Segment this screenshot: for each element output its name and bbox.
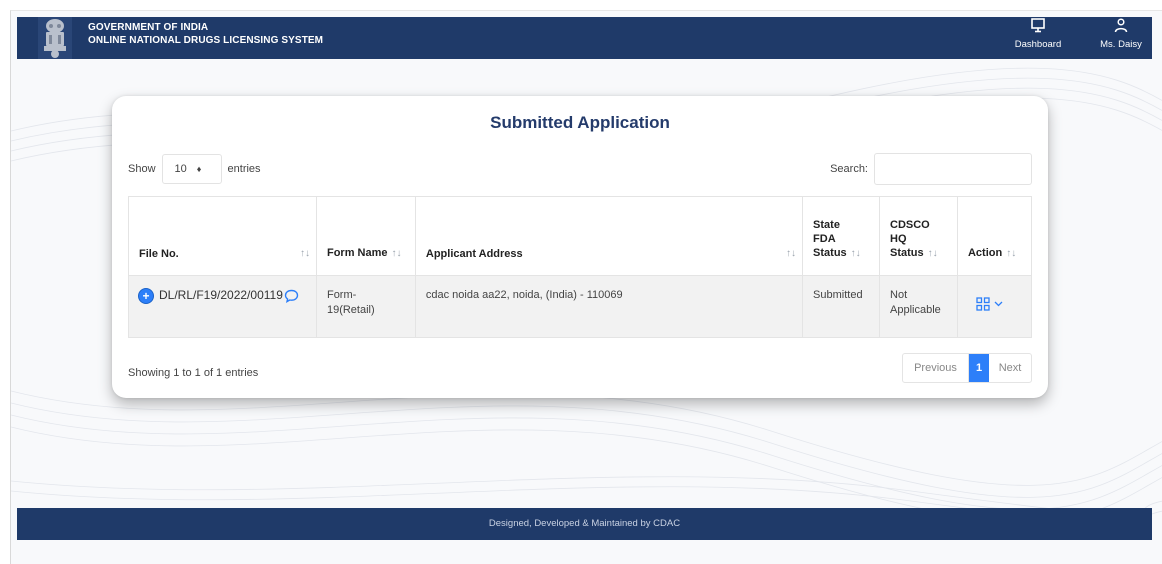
- cdsco-status-line2: Applicable: [890, 304, 941, 316]
- search-label: Search:: [830, 163, 868, 175]
- expand-row-button[interactable]: +: [139, 288, 153, 303]
- page-length-control: Show 10 ♦ entries: [128, 154, 261, 184]
- title-line-system: ONLINE NATIONAL DRUGS LICENSING SYSTEM: [88, 34, 324, 46]
- sort-icon: ↑↓: [391, 248, 402, 259]
- chevron-down-icon: [994, 301, 1003, 307]
- col-cdsco-line3: Status: [890, 247, 924, 259]
- cell-file-no: + DL/RL/F19/2022/00119: [128, 275, 317, 338]
- page-1-button[interactable]: 1: [969, 354, 989, 382]
- search-control: Search:: [830, 153, 1032, 185]
- next-page-button[interactable]: Next: [989, 354, 1031, 382]
- emblem-icon: [38, 17, 72, 59]
- page-length-value: 10: [174, 163, 187, 175]
- sort-icon: ↑↓: [786, 248, 797, 259]
- cell-state-fda-status: Submitted: [802, 275, 881, 338]
- col-state-fda-line1: State: [813, 219, 840, 231]
- sort-caret-icon: ♦: [196, 164, 202, 174]
- file-no-value: DL/RL/F19/2022/00119: [159, 288, 283, 302]
- entries-label: entries: [227, 163, 261, 175]
- top-header-bar: GOVERNMENT OF INDIA ONLINE NATIONAL DRUG…: [17, 17, 1152, 59]
- grid-icon: [976, 297, 990, 311]
- table-info: Showing 1 to 1 of 1 entries: [128, 367, 259, 379]
- col-state-fda-status[interactable]: State FDA Status ↑↓: [802, 196, 881, 276]
- action-menu-button[interactable]: [976, 297, 1003, 311]
- col-form-name-label: Form Name: [326, 247, 388, 259]
- sort-icon: ↑↓: [1006, 248, 1017, 259]
- user-menu-button[interactable]: Ms. Daisy: [1092, 17, 1150, 59]
- submitted-application-card: Submitted Application Show 10 ♦ entries …: [112, 96, 1048, 398]
- monitor-icon: [1031, 18, 1045, 33]
- col-applicant-address[interactable]: Applicant Address ↑↓: [414, 196, 804, 276]
- col-state-fda-line3: Status: [813, 247, 847, 259]
- form-name-line1: Form-: [326, 289, 357, 301]
- show-label: Show: [128, 163, 156, 175]
- form-name-line2: 19(Retail): [326, 304, 375, 316]
- col-cdsco-line2: HQ: [890, 233, 907, 245]
- cdsco-status-line1: Not: [890, 289, 908, 301]
- applications-table: File No. ↑↓ Form Name ↑↓ Applicant Addres…: [128, 196, 1033, 338]
- page-length-select[interactable]: 10 ♦: [161, 154, 222, 184]
- col-action[interactable]: Action ↑↓: [956, 196, 1033, 276]
- col-file-no[interactable]: File No. ↑↓: [128, 196, 317, 276]
- col-action-label: Action: [967, 247, 1003, 259]
- page-footer: Designed, Developed & Maintained by CDAC: [17, 508, 1152, 540]
- user-name-label: Ms. Daisy: [1100, 39, 1142, 50]
- previous-page-button[interactable]: Previous: [903, 354, 969, 382]
- search-input[interactable]: [874, 153, 1032, 185]
- cell-action: [956, 275, 1033, 338]
- col-state-fda-line2: FDA: [813, 233, 836, 245]
- sort-icon: ↑↓: [299, 248, 310, 259]
- comment-icon[interactable]: [284, 289, 299, 303]
- col-applicant-address-label: Applicant Address: [425, 248, 523, 260]
- site-title: GOVERNMENT OF INDIA ONLINE NATIONAL DRUG…: [88, 22, 323, 47]
- col-file-no-label: File No.: [139, 248, 179, 260]
- cell-cdsco-status: Not Applicable: [879, 275, 958, 338]
- col-form-name[interactable]: Form Name ↑↓: [315, 196, 416, 276]
- cell-form-name: Form- 19(Retail): [315, 275, 416, 338]
- dashboard-label: Dashboard: [1014, 39, 1062, 50]
- table-header-row: File No. ↑↓ Form Name ↑↓ Applicant Addres…: [128, 196, 1033, 276]
- dashboard-button[interactable]: Dashboard: [1009, 17, 1067, 59]
- col-cdsco-line1: CDSCO: [890, 219, 930, 231]
- table-row: + DL/RL/F19/2022/00119 Form- 19(Retail) …: [128, 275, 1033, 338]
- title-line-government: GOVERNMENT OF INDIA: [88, 22, 209, 33]
- user-icon: [1114, 18, 1128, 33]
- sort-icon: ↑↓: [927, 248, 938, 259]
- pagination: Previous 1 Next: [902, 353, 1032, 383]
- sort-icon: ↑↓: [850, 248, 861, 259]
- page-title: Submitted Application: [490, 113, 670, 132]
- cell-applicant-address: cdac noida aa22, noida, (India) - 110069: [414, 275, 804, 338]
- col-cdsco-hq-status[interactable]: CDSCO HQ Status ↑↓: [879, 196, 958, 276]
